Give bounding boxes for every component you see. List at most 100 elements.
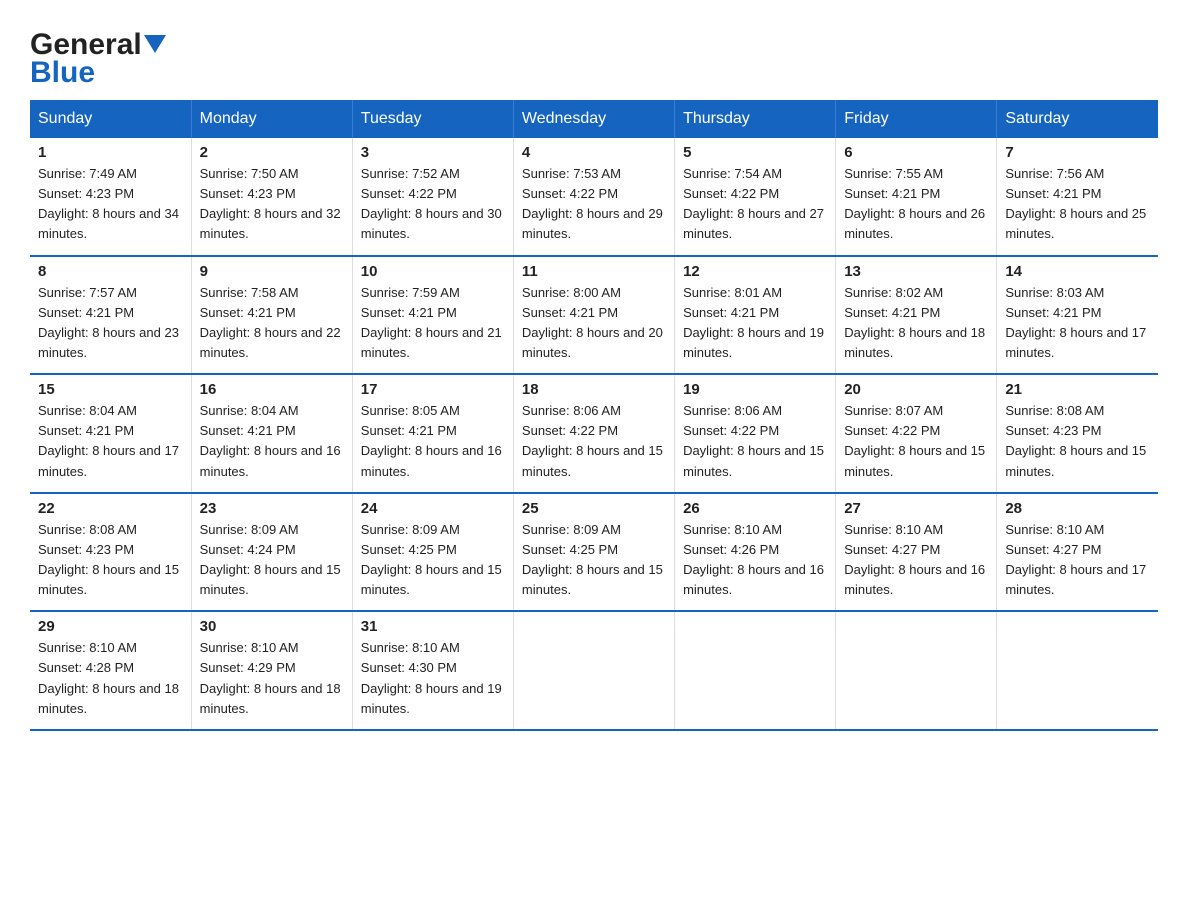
calendar-cell: 26 Sunrise: 8:10 AMSunset: 4:26 PMDaylig… — [675, 493, 836, 612]
calendar-cell: 25 Sunrise: 8:09 AMSunset: 4:25 PMDaylig… — [513, 493, 674, 612]
calendar-cell — [513, 611, 674, 730]
calendar-cell: 31 Sunrise: 8:10 AMSunset: 4:30 PMDaylig… — [352, 611, 513, 730]
day-number: 22 — [38, 500, 183, 517]
header-thursday: Thursday — [675, 100, 836, 138]
calendar-cell: 20 Sunrise: 8:07 AMSunset: 4:22 PMDaylig… — [836, 374, 997, 493]
calendar-week-row: 22 Sunrise: 8:08 AMSunset: 4:23 PMDaylig… — [30, 493, 1158, 612]
day-number: 31 — [361, 618, 505, 635]
day-number: 11 — [522, 263, 666, 280]
calendar-cell: 1 Sunrise: 7:49 AMSunset: 4:23 PMDayligh… — [30, 138, 191, 256]
calendar-cell: 13 Sunrise: 8:02 AMSunset: 4:21 PMDaylig… — [836, 256, 997, 375]
day-number: 20 — [844, 381, 988, 398]
day-info: Sunrise: 8:04 AMSunset: 4:21 PMDaylight:… — [38, 403, 179, 478]
day-number: 17 — [361, 381, 505, 398]
header-wednesday: Wednesday — [513, 100, 674, 138]
calendar-cell: 21 Sunrise: 8:08 AMSunset: 4:23 PMDaylig… — [997, 374, 1158, 493]
day-number: 1 — [38, 144, 183, 161]
calendar-cell: 12 Sunrise: 8:01 AMSunset: 4:21 PMDaylig… — [675, 256, 836, 375]
calendar-cell: 18 Sunrise: 8:06 AMSunset: 4:22 PMDaylig… — [513, 374, 674, 493]
day-number: 10 — [361, 263, 505, 280]
calendar-cell: 15 Sunrise: 8:04 AMSunset: 4:21 PMDaylig… — [30, 374, 191, 493]
day-number: 19 — [683, 381, 827, 398]
day-info: Sunrise: 7:52 AMSunset: 4:22 PMDaylight:… — [361, 166, 502, 241]
day-info: Sunrise: 8:03 AMSunset: 4:21 PMDaylight:… — [1005, 285, 1146, 360]
day-info: Sunrise: 8:02 AMSunset: 4:21 PMDaylight:… — [844, 285, 985, 360]
day-info: Sunrise: 8:01 AMSunset: 4:21 PMDaylight:… — [683, 285, 824, 360]
logo-blue-text: Blue — [30, 56, 95, 90]
day-info: Sunrise: 7:54 AMSunset: 4:22 PMDaylight:… — [683, 166, 824, 241]
calendar-cell: 11 Sunrise: 8:00 AMSunset: 4:21 PMDaylig… — [513, 256, 674, 375]
day-number: 29 — [38, 618, 183, 635]
calendar-cell: 30 Sunrise: 8:10 AMSunset: 4:29 PMDaylig… — [191, 611, 352, 730]
calendar-cell: 16 Sunrise: 8:04 AMSunset: 4:21 PMDaylig… — [191, 374, 352, 493]
day-info: Sunrise: 8:08 AMSunset: 4:23 PMDaylight:… — [1005, 403, 1146, 478]
day-info: Sunrise: 8:08 AMSunset: 4:23 PMDaylight:… — [38, 522, 179, 597]
day-number: 23 — [200, 500, 344, 517]
day-info: Sunrise: 7:55 AMSunset: 4:21 PMDaylight:… — [844, 166, 985, 241]
day-number: 14 — [1005, 263, 1150, 280]
calendar-cell — [836, 611, 997, 730]
day-info: Sunrise: 8:00 AMSunset: 4:21 PMDaylight:… — [522, 285, 663, 360]
day-number: 5 — [683, 144, 827, 161]
day-number: 30 — [200, 618, 344, 635]
day-number: 3 — [361, 144, 505, 161]
header-sunday: Sunday — [30, 100, 191, 138]
day-number: 2 — [200, 144, 344, 161]
calendar-week-row: 1 Sunrise: 7:49 AMSunset: 4:23 PMDayligh… — [30, 138, 1158, 256]
day-number: 18 — [522, 381, 666, 398]
day-number: 16 — [200, 381, 344, 398]
calendar-week-row: 15 Sunrise: 8:04 AMSunset: 4:21 PMDaylig… — [30, 374, 1158, 493]
day-info: Sunrise: 8:06 AMSunset: 4:22 PMDaylight:… — [522, 403, 663, 478]
day-info: Sunrise: 7:53 AMSunset: 4:22 PMDaylight:… — [522, 166, 663, 241]
day-number: 9 — [200, 263, 344, 280]
logo: General Blue — [30, 30, 166, 90]
logo-arrow-icon — [144, 35, 166, 57]
day-info: Sunrise: 7:56 AMSunset: 4:21 PMDaylight:… — [1005, 166, 1146, 241]
calendar-cell: 7 Sunrise: 7:56 AMSunset: 4:21 PMDayligh… — [997, 138, 1158, 256]
day-info: Sunrise: 8:10 AMSunset: 4:27 PMDaylight:… — [1005, 522, 1146, 597]
day-info: Sunrise: 7:58 AMSunset: 4:21 PMDaylight:… — [200, 285, 341, 360]
day-number: 21 — [1005, 381, 1150, 398]
calendar-cell: 4 Sunrise: 7:53 AMSunset: 4:22 PMDayligh… — [513, 138, 674, 256]
day-number: 13 — [844, 263, 988, 280]
calendar-cell: 8 Sunrise: 7:57 AMSunset: 4:21 PMDayligh… — [30, 256, 191, 375]
day-number: 27 — [844, 500, 988, 517]
calendar-cell: 2 Sunrise: 7:50 AMSunset: 4:23 PMDayligh… — [191, 138, 352, 256]
day-info: Sunrise: 8:10 AMSunset: 4:29 PMDaylight:… — [200, 640, 341, 715]
calendar-week-row: 8 Sunrise: 7:57 AMSunset: 4:21 PMDayligh… — [30, 256, 1158, 375]
calendar-cell: 10 Sunrise: 7:59 AMSunset: 4:21 PMDaylig… — [352, 256, 513, 375]
calendar-table: SundayMondayTuesdayWednesdayThursdayFrid… — [30, 100, 1158, 731]
calendar-cell: 9 Sunrise: 7:58 AMSunset: 4:21 PMDayligh… — [191, 256, 352, 375]
day-info: Sunrise: 8:10 AMSunset: 4:26 PMDaylight:… — [683, 522, 824, 597]
calendar-cell: 19 Sunrise: 8:06 AMSunset: 4:22 PMDaylig… — [675, 374, 836, 493]
calendar-cell: 28 Sunrise: 8:10 AMSunset: 4:27 PMDaylig… — [997, 493, 1158, 612]
calendar-cell: 24 Sunrise: 8:09 AMSunset: 4:25 PMDaylig… — [352, 493, 513, 612]
calendar-cell: 3 Sunrise: 7:52 AMSunset: 4:22 PMDayligh… — [352, 138, 513, 256]
day-info: Sunrise: 8:09 AMSunset: 4:25 PMDaylight:… — [361, 522, 502, 597]
calendar-cell: 23 Sunrise: 8:09 AMSunset: 4:24 PMDaylig… — [191, 493, 352, 612]
day-info: Sunrise: 8:04 AMSunset: 4:21 PMDaylight:… — [200, 403, 341, 478]
day-info: Sunrise: 8:10 AMSunset: 4:30 PMDaylight:… — [361, 640, 502, 715]
calendar-cell: 29 Sunrise: 8:10 AMSunset: 4:28 PMDaylig… — [30, 611, 191, 730]
day-info: Sunrise: 8:09 AMSunset: 4:25 PMDaylight:… — [522, 522, 663, 597]
day-info: Sunrise: 8:05 AMSunset: 4:21 PMDaylight:… — [361, 403, 502, 478]
day-info: Sunrise: 8:10 AMSunset: 4:27 PMDaylight:… — [844, 522, 985, 597]
header-saturday: Saturday — [997, 100, 1158, 138]
day-number: 4 — [522, 144, 666, 161]
day-number: 15 — [38, 381, 183, 398]
calendar-cell: 14 Sunrise: 8:03 AMSunset: 4:21 PMDaylig… — [997, 256, 1158, 375]
day-number: 7 — [1005, 144, 1150, 161]
day-info: Sunrise: 8:07 AMSunset: 4:22 PMDaylight:… — [844, 403, 985, 478]
day-info: Sunrise: 8:10 AMSunset: 4:28 PMDaylight:… — [38, 640, 179, 715]
page-header: General Blue — [30, 20, 1158, 90]
header-friday: Friday — [836, 100, 997, 138]
day-info: Sunrise: 7:50 AMSunset: 4:23 PMDaylight:… — [200, 166, 341, 241]
calendar-week-row: 29 Sunrise: 8:10 AMSunset: 4:28 PMDaylig… — [30, 611, 1158, 730]
day-info: Sunrise: 8:06 AMSunset: 4:22 PMDaylight:… — [683, 403, 824, 478]
header-monday: Monday — [191, 100, 352, 138]
day-info: Sunrise: 7:49 AMSunset: 4:23 PMDaylight:… — [38, 166, 179, 241]
day-info: Sunrise: 7:57 AMSunset: 4:21 PMDaylight:… — [38, 285, 179, 360]
day-number: 28 — [1005, 500, 1150, 517]
calendar-cell — [675, 611, 836, 730]
day-number: 12 — [683, 263, 827, 280]
